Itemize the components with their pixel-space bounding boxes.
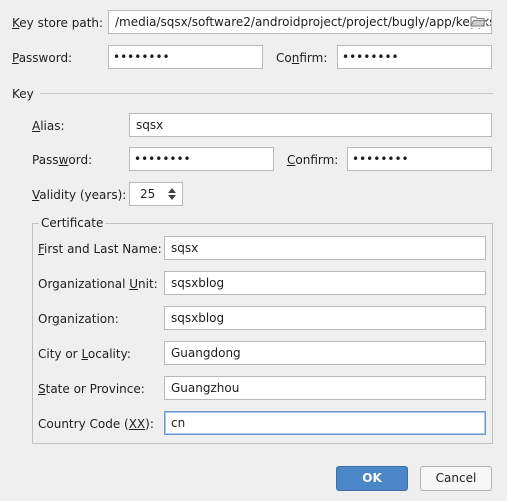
keystore-password-label: Password: — [12, 51, 73, 65]
country-code-label: Country Code (XX): — [38, 417, 154, 431]
country-code-field[interactable]: cn — [164, 411, 486, 435]
keystore-path-field[interactable]: /media/sqsx/software2/androidproject/pro… — [108, 10, 492, 34]
organization-field[interactable]: sqsxblog — [164, 306, 486, 330]
organizational-unit-label: Organizational Unit: — [38, 277, 158, 291]
key-confirm-field[interactable]: •••••••• — [347, 147, 492, 171]
key-password-field[interactable]: •••••••• — [129, 147, 274, 171]
chevron-up-icon[interactable] — [168, 188, 176, 193]
alias-field[interactable]: sqsx — [129, 113, 492, 137]
keystore-confirm-field[interactable]: •••••••• — [337, 45, 492, 69]
key-confirm-label: Confirm: — [287, 153, 339, 167]
validity-value: 25 — [140, 187, 156, 201]
city-locality-label: City or Locality: — [38, 347, 131, 361]
certificate-legend: Certificate — [39, 215, 106, 231]
organization-label: Organization: — [38, 312, 119, 326]
chevron-down-icon[interactable] — [168, 195, 176, 200]
ok-button[interactable]: OK — [336, 466, 408, 491]
spinner-arrows[interactable] — [162, 183, 182, 205]
alias-label: Alias: — [32, 119, 65, 133]
cancel-button[interactable]: Cancel — [420, 466, 492, 491]
state-province-field[interactable]: Guangzhou — [164, 376, 486, 400]
keystore-confirm-label: Confirm: — [276, 51, 328, 65]
keystore-password-field[interactable]: •••••••• — [108, 45, 263, 69]
keystore-path-label: Key store path: — [12, 16, 104, 30]
validity-label: Validity (years): — [32, 188, 127, 202]
organizational-unit-field[interactable]: sqsxblog — [164, 271, 486, 295]
state-province-label: State or Province: — [38, 382, 145, 396]
city-locality-field[interactable]: Guangdong — [164, 341, 486, 365]
first-last-name-label: First and Last Name: — [38, 242, 162, 256]
key-section-separator — [40, 93, 493, 94]
folder-open-icon[interactable] — [470, 14, 487, 28]
validity-spinner[interactable]: 25 — [129, 182, 183, 206]
key-section-label: Key — [12, 87, 34, 101]
key-password-label: Password: — [32, 153, 93, 167]
first-last-name-field[interactable]: sqsx — [164, 236, 486, 260]
